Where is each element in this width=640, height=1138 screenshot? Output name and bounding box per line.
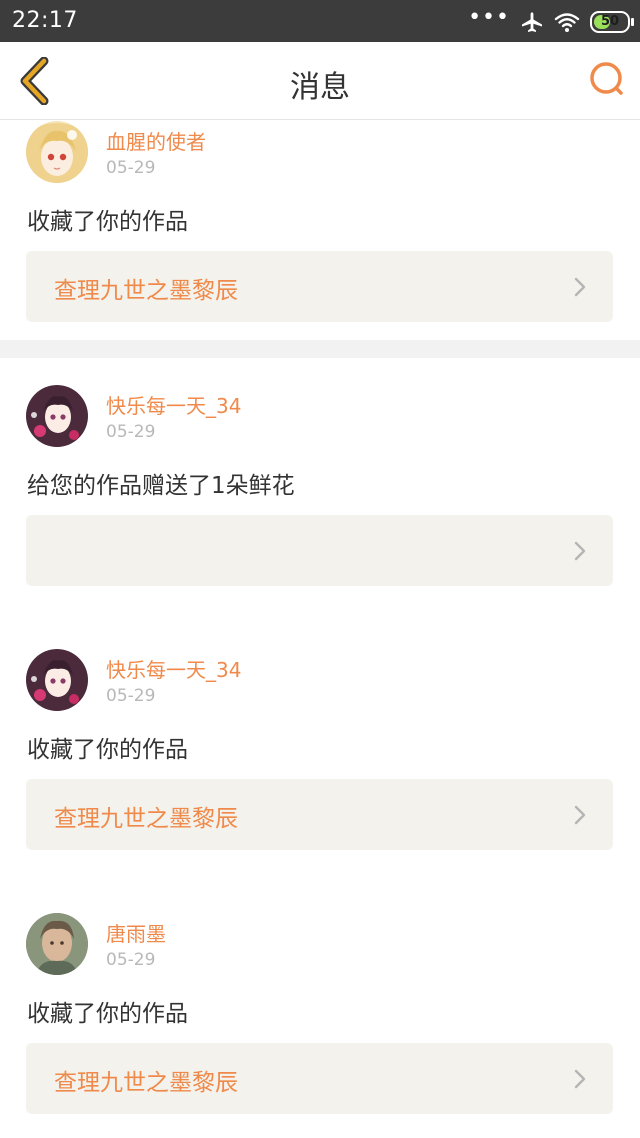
search-icon: [590, 62, 623, 95]
status-bar: 22:17 ••• 50: [0, 0, 640, 42]
chevron-right-icon: [574, 277, 586, 297]
message-text: 收藏了你的作品: [27, 1001, 188, 1027]
battery-icon: 50: [590, 11, 634, 33]
battery-cap: [631, 18, 634, 26]
chevron-right-icon: [574, 805, 586, 825]
airplane-icon: [522, 12, 542, 32]
message-card: 唐雨墨 05-29 收藏了你的作品 查理九世之墨黎辰: [0, 886, 640, 1138]
message-date: 05-29: [106, 686, 156, 706]
more-dots-icon: •••: [468, 5, 510, 30]
status-icons: ••• 50: [468, 5, 634, 36]
status-time: 22:17: [12, 8, 78, 33]
user-name[interactable]: 快乐每一天_34: [106, 654, 241, 683]
message-card: 血腥的使者 05-29 收藏了你的作品 查理九世之墨黎辰: [0, 120, 640, 340]
message-date: 05-29: [106, 158, 156, 178]
avatar-anime-dark-hair-girl: [26, 385, 88, 447]
message-text: 给您的作品赠送了1朵鲜花: [27, 473, 295, 499]
message-text: 收藏了你的作品: [27, 737, 188, 763]
user-avatar[interactable]: [26, 649, 88, 711]
work-title: 查理九世之墨黎辰: [54, 278, 238, 304]
work-title: 查理九世之墨黎辰: [54, 806, 238, 832]
user-name[interactable]: 唐雨墨: [106, 918, 166, 947]
user-avatar[interactable]: [26, 913, 88, 975]
work-link[interactable]: 查理九世之墨黎辰: [26, 779, 613, 850]
user-name[interactable]: 快乐每一天_34: [106, 390, 241, 419]
nav-bar: 消息: [0, 42, 640, 120]
chevron-right-icon: [574, 541, 586, 561]
search-button[interactable]: [588, 60, 628, 100]
page-title: 消息: [290, 70, 350, 105]
work-link[interactable]: 查理九世之墨黎辰: [26, 251, 613, 322]
message-date: 05-29: [106, 422, 156, 442]
work-link[interactable]: 查理九世之墨黎辰: [26, 1043, 613, 1114]
message-card: 快乐每一天_34 05-29 给您的作品赠送了1朵鲜花: [0, 358, 640, 622]
user-name[interactable]: 血腥的使者: [106, 126, 206, 155]
work-title: 查理九世之墨黎辰: [54, 1070, 238, 1096]
avatar-portrait-painting: [26, 913, 88, 975]
message-list[interactable]: 血腥的使者 05-29 收藏了你的作品 查理九世之墨黎辰 快乐每一天_34 05…: [0, 120, 640, 1138]
avatar-anime-blonde-girl: [26, 121, 88, 183]
work-link[interactable]: [26, 515, 613, 586]
battery-level: 50: [600, 14, 620, 29]
wifi-icon: [554, 13, 580, 32]
user-avatar[interactable]: [26, 385, 88, 447]
message-card: 快乐每一天_34 05-29 收藏了你的作品 查理九世之墨黎辰: [0, 622, 640, 886]
chevron-right-icon: [574, 1069, 586, 1089]
message-text: 收藏了你的作品: [27, 209, 188, 235]
user-avatar[interactable]: [26, 121, 88, 183]
message-date: 05-29: [106, 950, 156, 970]
avatar-anime-dark-hair-girl: [26, 649, 88, 711]
